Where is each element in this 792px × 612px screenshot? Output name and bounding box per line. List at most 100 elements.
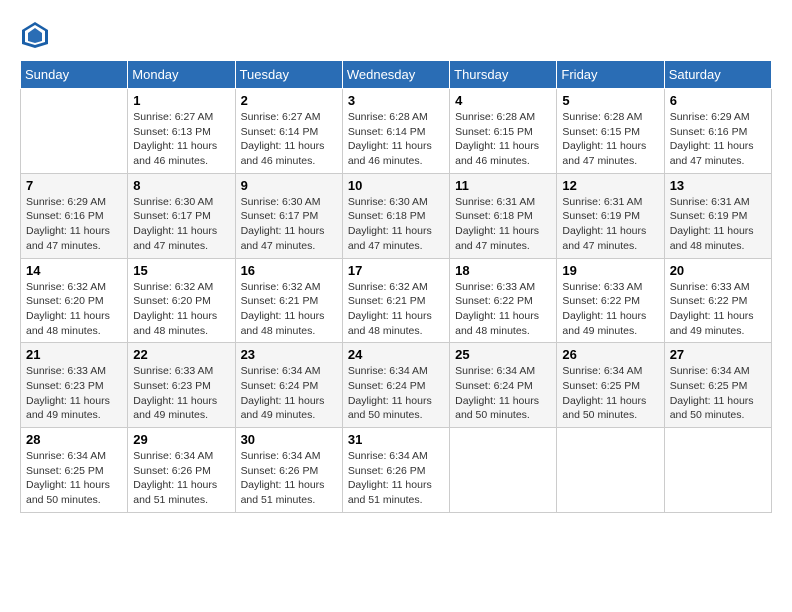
calendar-cell: 26Sunrise: 6:34 AMSunset: 6:25 PMDayligh… — [557, 343, 664, 428]
day-info: Sunrise: 6:34 AMSunset: 6:24 PMDaylight:… — [455, 364, 551, 423]
day-number: 15 — [133, 263, 229, 278]
day-info: Sunrise: 6:33 AMSunset: 6:22 PMDaylight:… — [670, 280, 766, 339]
day-number: 13 — [670, 178, 766, 193]
calendar-cell: 16 Sunrise: 6:32 AMSunset: 6:21 PMDayligh… — [235, 258, 342, 343]
day-number: 25 — [455, 347, 551, 362]
day-header-wednesday: Wednesday — [342, 61, 449, 89]
week-row-1: 1 Sunrise: 6:27 AMSunset: 6:13 PMDaylight… — [21, 89, 772, 174]
day-number: 2 — [241, 93, 337, 108]
day-info: Sunrise: 6:33 AMSunset: 6:22 PMDaylight:… — [455, 280, 551, 339]
calendar-cell: 28 Sunrise: 6:34 AMSunset: 6:25 PMDayligh… — [21, 428, 128, 513]
day-info: Sunrise: 6:34 AMSunset: 6:26 PMDaylight:… — [348, 449, 444, 508]
day-number: 18 — [455, 263, 551, 278]
calendar-cell: 3Sunrise: 6:28 AMSunset: 6:14 PMDaylight… — [342, 89, 449, 174]
calendar-cell: 13 Sunrise: 6:31 AMSunset: 6:19 PMDayligh… — [664, 173, 771, 258]
day-number: 11 — [455, 178, 551, 193]
day-number: 5 — [562, 93, 658, 108]
calendar-cell: 2Sunrise: 6:27 AMSunset: 6:14 PMDaylight… — [235, 89, 342, 174]
calendar-cell — [664, 428, 771, 513]
week-row-5: 28 Sunrise: 6:34 AMSunset: 6:25 PMDayligh… — [21, 428, 772, 513]
calendar-cell: 11 Sunrise: 6:31 AMSunset: 6:18 PMDayligh… — [450, 173, 557, 258]
day-info: Sunrise: 6:34 AMSunset: 6:25 PMDaylight:… — [670, 364, 766, 423]
calendar-cell: 18 Sunrise: 6:33 AMSunset: 6:22 PMDayligh… — [450, 258, 557, 343]
day-header-thursday: Thursday — [450, 61, 557, 89]
calendar-cell: 21Sunrise: 6:33 AMSunset: 6:23 PMDayligh… — [21, 343, 128, 428]
day-header-saturday: Saturday — [664, 61, 771, 89]
day-info: Sunrise: 6:32 AMSunset: 6:21 PMDaylight:… — [241, 280, 337, 339]
day-number: 17 — [348, 263, 444, 278]
days-header-row: SundayMondayTuesdayWednesdayThursdayFrid… — [21, 61, 772, 89]
logo — [20, 20, 54, 50]
day-info: Sunrise: 6:31 AMSunset: 6:18 PMDaylight:… — [455, 195, 551, 254]
calendar-cell: 30 Sunrise: 6:34 AMSunset: 6:26 PMDayligh… — [235, 428, 342, 513]
logo-icon — [20, 20, 50, 50]
calendar-cell: 29Sunrise: 6:34 AMSunset: 6:26 PMDayligh… — [128, 428, 235, 513]
day-number: 12 — [562, 178, 658, 193]
day-info: Sunrise: 6:33 AMSunset: 6:23 PMDaylight:… — [133, 364, 229, 423]
day-header-monday: Monday — [128, 61, 235, 89]
calendar-cell: 23 Sunrise: 6:34 AMSunset: 6:24 PMDayligh… — [235, 343, 342, 428]
day-number: 31 — [348, 432, 444, 447]
day-number: 28 — [26, 432, 122, 447]
day-number: 16 — [241, 263, 337, 278]
day-info: Sunrise: 6:31 AMSunset: 6:19 PMDaylight:… — [670, 195, 766, 254]
day-info: Sunrise: 6:34 AMSunset: 6:26 PMDaylight:… — [241, 449, 337, 508]
day-info: Sunrise: 6:34 AMSunset: 6:24 PMDaylight:… — [348, 364, 444, 423]
day-number: 8 — [133, 178, 229, 193]
day-info: Sunrise: 6:34 AMSunset: 6:24 PMDaylight:… — [241, 364, 337, 423]
calendar-cell: 12 Sunrise: 6:31 AMSunset: 6:19 PMDayligh… — [557, 173, 664, 258]
day-number: 9 — [241, 178, 337, 193]
day-number: 30 — [241, 432, 337, 447]
day-info: Sunrise: 6:32 AMSunset: 6:20 PMDaylight:… — [26, 280, 122, 339]
day-number: 21 — [26, 347, 122, 362]
day-number: 27 — [670, 347, 766, 362]
calendar-cell: 20 Sunrise: 6:33 AMSunset: 6:22 PMDayligh… — [664, 258, 771, 343]
day-number: 29 — [133, 432, 229, 447]
day-info: Sunrise: 6:28 AMSunset: 6:15 PMDaylight:… — [455, 110, 551, 169]
calendar-cell: 27 Sunrise: 6:34 AMSunset: 6:25 PMDayligh… — [664, 343, 771, 428]
day-number: 23 — [241, 347, 337, 362]
calendar-cell: 7 Sunrise: 6:29 AMSunset: 6:16 PMDaylight… — [21, 173, 128, 258]
calendar-cell: 1 Sunrise: 6:27 AMSunset: 6:13 PMDaylight… — [128, 89, 235, 174]
calendar-cell: 9 Sunrise: 6:30 AMSunset: 6:17 PMDaylight… — [235, 173, 342, 258]
calendar-cell: 17Sunrise: 6:32 AMSunset: 6:21 PMDayligh… — [342, 258, 449, 343]
day-number: 10 — [348, 178, 444, 193]
calendar-cell: 22Sunrise: 6:33 AMSunset: 6:23 PMDayligh… — [128, 343, 235, 428]
day-info: Sunrise: 6:34 AMSunset: 6:25 PMDaylight:… — [26, 449, 122, 508]
day-info: Sunrise: 6:33 AMSunset: 6:22 PMDaylight:… — [562, 280, 658, 339]
calendar-cell: 19 Sunrise: 6:33 AMSunset: 6:22 PMDayligh… — [557, 258, 664, 343]
day-number: 14 — [26, 263, 122, 278]
calendar-cell: 8 Sunrise: 6:30 AMSunset: 6:17 PMDaylight… — [128, 173, 235, 258]
calendar-cell: 15 Sunrise: 6:32 AMSunset: 6:20 PMDayligh… — [128, 258, 235, 343]
day-number: 4 — [455, 93, 551, 108]
calendar-cell: 25 Sunrise: 6:34 AMSunset: 6:24 PMDayligh… — [450, 343, 557, 428]
day-number: 26 — [562, 347, 658, 362]
calendar-table: SundayMondayTuesdayWednesdayThursdayFrid… — [20, 60, 772, 513]
day-header-friday: Friday — [557, 61, 664, 89]
day-info: Sunrise: 6:29 AMSunset: 6:16 PMDaylight:… — [26, 195, 122, 254]
day-info: Sunrise: 6:32 AMSunset: 6:20 PMDaylight:… — [133, 280, 229, 339]
day-number: 7 — [26, 178, 122, 193]
day-info: Sunrise: 6:30 AMSunset: 6:17 PMDaylight:… — [133, 195, 229, 254]
day-info: Sunrise: 6:27 AMSunset: 6:13 PMDaylight:… — [133, 110, 229, 169]
day-number: 19 — [562, 263, 658, 278]
calendar-cell: 24 Sunrise: 6:34 AMSunset: 6:24 PMDayligh… — [342, 343, 449, 428]
day-number: 24 — [348, 347, 444, 362]
day-info: Sunrise: 6:30 AMSunset: 6:17 PMDaylight:… — [241, 195, 337, 254]
day-header-sunday: Sunday — [21, 61, 128, 89]
day-number: 1 — [133, 93, 229, 108]
day-info: Sunrise: 6:30 AMSunset: 6:18 PMDaylight:… — [348, 195, 444, 254]
calendar-cell — [557, 428, 664, 513]
day-info: Sunrise: 6:29 AMSunset: 6:16 PMDaylight:… — [670, 110, 766, 169]
calendar-cell: 10 Sunrise: 6:30 AMSunset: 6:18 PMDayligh… — [342, 173, 449, 258]
day-info: Sunrise: 6:28 AMSunset: 6:14 PMDaylight:… — [348, 110, 444, 169]
calendar-cell: 31 Sunrise: 6:34 AMSunset: 6:26 PMDayligh… — [342, 428, 449, 513]
calendar-cell — [450, 428, 557, 513]
calendar-cell: 5Sunrise: 6:28 AMSunset: 6:15 PMDaylight… — [557, 89, 664, 174]
week-row-4: 21 Sunrise: 6:33 AMSunset: 6:23 PMDayligh… — [21, 343, 772, 428]
week-row-2: 7 Sunrise: 6:29 AMSunset: 6:16 PMDaylight… — [21, 173, 772, 258]
calendar-cell: 6Sunrise: 6:29 AMSunset: 6:16 PMDaylight… — [664, 89, 771, 174]
day-info: Sunrise: 6:31 AMSunset: 6:19 PMDaylight:… — [562, 195, 658, 254]
day-number: 20 — [670, 263, 766, 278]
calendar-cell: 4 Sunrise: 6:28 AMSunset: 6:15 PMDaylight… — [450, 89, 557, 174]
